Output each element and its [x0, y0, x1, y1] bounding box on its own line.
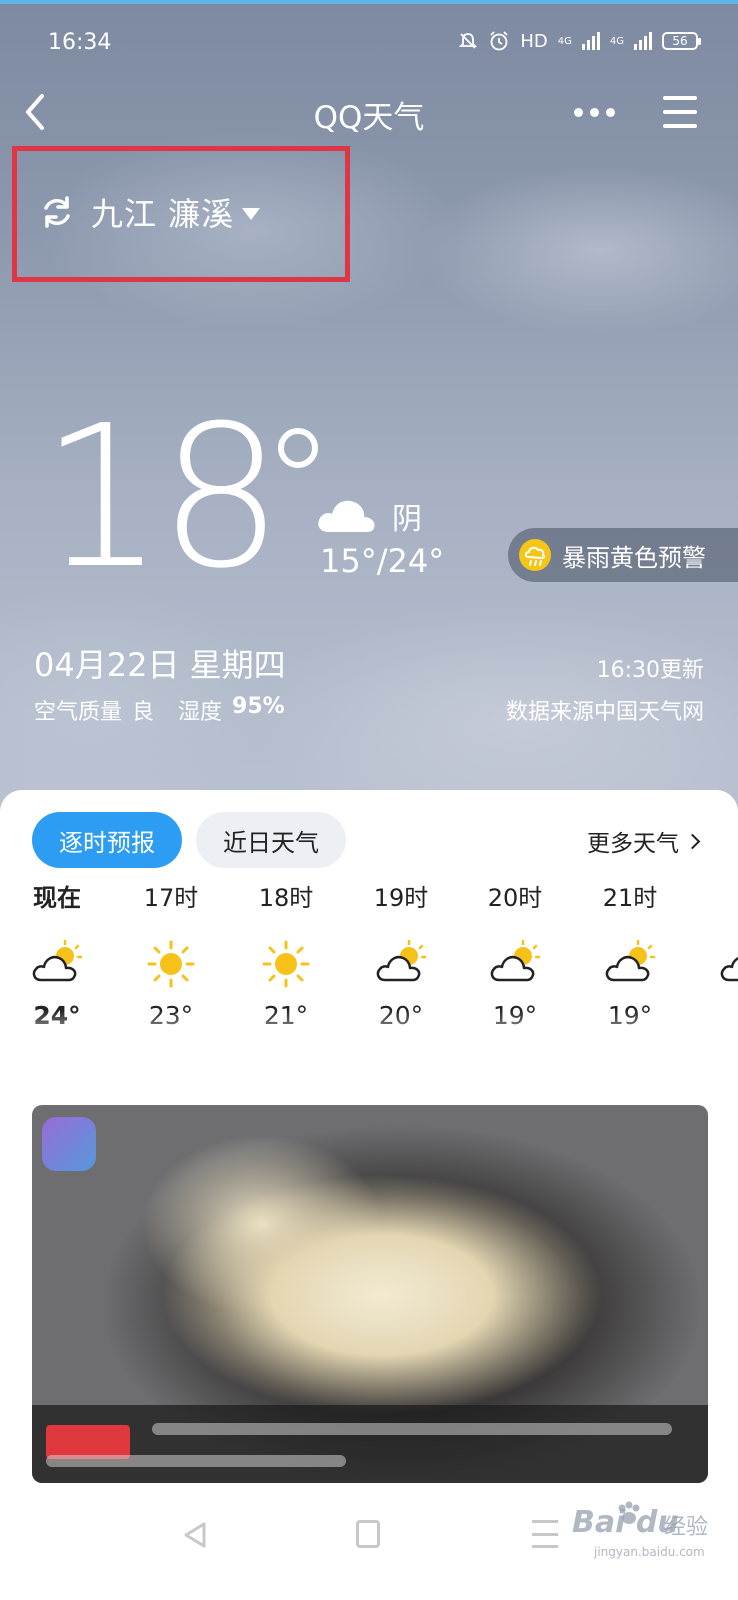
system-back-icon[interactable] [180, 1520, 210, 1550]
chevron-right-icon [684, 833, 701, 849]
humidity-value: 95% [232, 694, 285, 719]
location-selector[interactable]: 九江 濂溪 [37, 189, 261, 235]
system-recent-apps-icon[interactable] [532, 1520, 558, 1548]
network-label-2: 4G [609, 35, 624, 47]
news-title-placeholder [46, 1455, 346, 1467]
temperature-range: 15°/24° [320, 542, 445, 580]
sun-icon [258, 940, 314, 988]
update-time: 16:30更新 [596, 658, 704, 683]
sun-icon [143, 940, 199, 988]
more-dot-icon [573, 107, 583, 117]
air-quality-value: 良 [132, 700, 155, 725]
degree-symbol-icon [278, 428, 318, 468]
battery-level: 56 [672, 34, 688, 48]
news-card[interactable] [32, 1105, 708, 1483]
paw-icon [618, 1501, 640, 1524]
more-dot-icon [605, 107, 615, 117]
network-label-1: 4G [557, 35, 572, 47]
partly-cloudy-icon [29, 939, 85, 988]
nav-bar: QQ天气 [0, 82, 738, 142]
news-caption [32, 1405, 708, 1483]
dropdown-arrow-icon [242, 208, 261, 220]
hour-label: 19时 [373, 884, 429, 912]
alert-text: 暴雨黄色预警 [562, 543, 706, 572]
more-dot-icon [589, 107, 599, 117]
status-icons: HD 4G 4G 56 [458, 30, 701, 52]
hour-label: 现在 [33, 884, 81, 912]
current-temperature: 18 [40, 384, 283, 612]
top-accent-strip [0, 0, 738, 4]
tab-recent-weather[interactable]: 近日天气 [196, 812, 346, 868]
battery-icon: 56 [662, 32, 701, 50]
baidu-watermark: Bai du 经验 jingyan.baidu.com [560, 1501, 720, 1565]
refresh-icon[interactable] [37, 192, 77, 232]
watermark-cn: 经验 [664, 1515, 709, 1540]
watermark-url: jingyan.baidu.com [594, 1545, 705, 1559]
weather-alert-badge[interactable]: 暴雨黄色预警 [508, 528, 738, 582]
system-home-icon[interactable] [356, 1520, 380, 1548]
news-tag [46, 1425, 130, 1459]
signal-icon [634, 32, 652, 50]
menu-line-icon [663, 110, 697, 114]
air-humidity-line: 空气质量 良 湿度 95% [34, 694, 285, 726]
tab-hourly-forecast[interactable]: 逐时预报 [32, 812, 182, 868]
more-weather-link[interactable]: 更多天气 [587, 824, 701, 858]
status-time: 16:34 [48, 30, 112, 55]
hour-label: 18时 [258, 884, 314, 912]
partly-cloudy-icon [602, 939, 658, 988]
menu-line-icon [663, 96, 697, 100]
news-title-placeholder [152, 1423, 672, 1435]
hour-label: 21时 [602, 884, 658, 912]
hd-label: HD [520, 30, 548, 52]
location-name: 九江 濂溪 [91, 195, 235, 233]
signal-icon [581, 32, 600, 50]
cloudy-icon [318, 500, 375, 532]
menu-line-icon [663, 124, 697, 128]
menu-button[interactable] [660, 92, 700, 132]
rainstorm-warning-icon [519, 539, 551, 571]
list-fade-overlay [0, 1010, 738, 1070]
data-source: 数据来源中国天气网 [505, 700, 704, 725]
weather-hero: 16:34 HD 4G 4G 56 QQ天气 九江 濂溪 18 阴 15°/24… [0, 0, 738, 810]
humidity-label: 湿度 [178, 700, 223, 725]
partly-cloudy-icon [717, 940, 738, 988]
news-source-logo [42, 1117, 96, 1171]
condition-text: 阴 [392, 502, 422, 537]
mute-bell-icon [459, 33, 478, 49]
hour-label: 2 [690, 878, 738, 918]
hour-label: 20时 [487, 884, 543, 912]
air-quality-label: 空气质量 [34, 700, 123, 725]
page-title: QQ天气 [313, 100, 425, 136]
more-weather-label: 更多天气 [587, 831, 679, 857]
location-highlight-box: 九江 濂溪 [12, 146, 350, 282]
status-bar: 16:34 HD 4G 4G 56 [0, 30, 738, 60]
date-label: 04月22日 星期四 [34, 646, 286, 684]
partly-cloudy-icon [373, 939, 429, 988]
more-options-button[interactable] [570, 98, 618, 126]
forecast-sheet: 逐时预报 近日天气 更多天气 现在24°17时23°18时21°19时20°20… [0, 790, 738, 1600]
hour-label: 17时 [143, 884, 199, 912]
alarm-icon [490, 31, 508, 51]
partly-cloudy-icon [487, 939, 543, 988]
